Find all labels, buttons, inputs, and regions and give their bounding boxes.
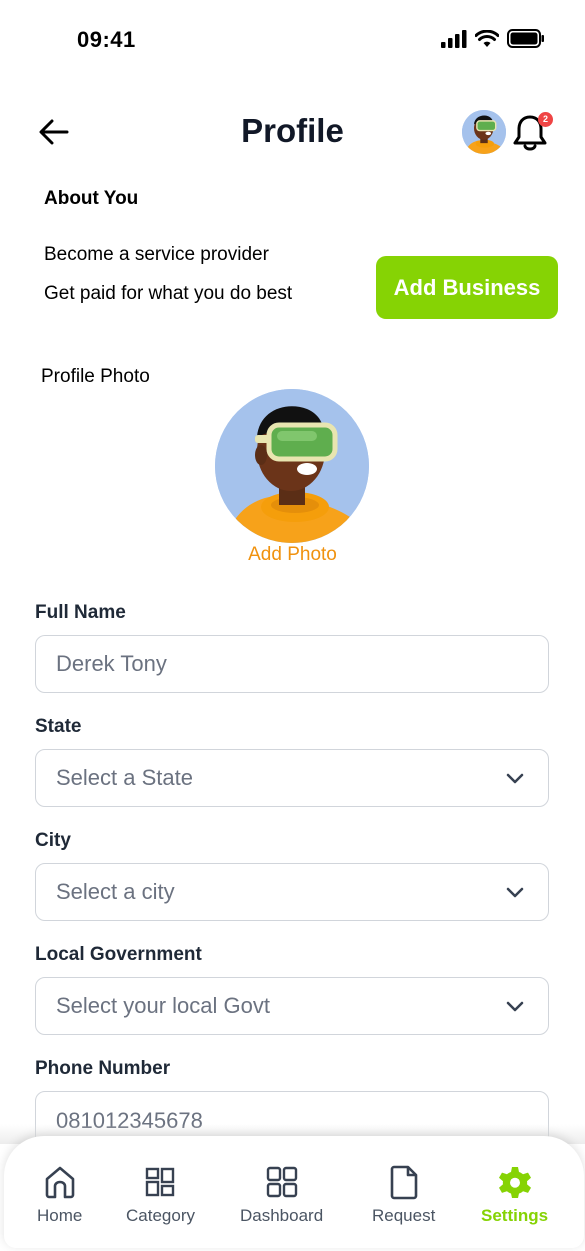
chevron-down-icon (506, 887, 524, 898)
city-select[interactable]: Select a city (35, 863, 549, 921)
nav-label-dashboard: Dashboard (240, 1206, 324, 1225)
state-select[interactable]: Select a State (35, 749, 549, 807)
category-icon (146, 1167, 175, 1197)
signal-icon (441, 29, 467, 48)
chevron-down-icon (506, 1001, 524, 1012)
provider-title: Become a service provider (44, 244, 269, 265)
avatar-illustration-icon (462, 110, 506, 154)
nav-item-home[interactable]: Home (37, 1164, 82, 1226)
document-icon (390, 1165, 417, 1200)
profile-photo-label: Profile Photo (41, 366, 150, 387)
add-photo-link[interactable]: Add Photo (0, 544, 585, 566)
nav-item-category[interactable]: Category (126, 1164, 195, 1226)
battery-icon (507, 29, 544, 48)
nav-item-dashboard[interactable]: Dashboard (240, 1164, 323, 1226)
about-heading: About You (44, 188, 139, 209)
city-select-value: Select a city (56, 879, 175, 904)
city-label: City (35, 830, 71, 851)
nav-label-request: Request (372, 1206, 436, 1225)
avatar[interactable] (462, 110, 506, 154)
avatar-illustration-icon (215, 389, 369, 543)
local-government-select[interactable]: Select your local Govt (35, 977, 549, 1035)
status-icons (441, 29, 545, 48)
nav-item-settings[interactable]: Settings (481, 1164, 548, 1226)
chevron-down-icon (506, 773, 524, 784)
state-select-value: Select a State (56, 765, 193, 790)
header: Profile 2 (0, 100, 585, 164)
profile-photo[interactable] (215, 389, 369, 543)
full-name-input[interactable] (56, 651, 548, 677)
phone-number-label: Phone Number (35, 1058, 171, 1079)
nav-item-request[interactable]: Request (372, 1164, 435, 1226)
notification-bell[interactable]: 2 (512, 112, 553, 152)
local-government-label: Local Government (35, 944, 202, 965)
gear-icon (498, 1167, 531, 1198)
full-name-field[interactable] (35, 635, 549, 693)
status-bar: 09:41 (0, 0, 585, 80)
dashboard-icon (266, 1166, 297, 1198)
status-time: 09:41 (77, 27, 136, 52)
local-government-select-value: Select your local Govt (56, 993, 270, 1018)
wifi-icon (475, 29, 499, 47)
notification-badge: 2 (538, 112, 553, 127)
add-business-button[interactable]: Add Business (376, 256, 558, 319)
full-name-label: Full Name (35, 602, 126, 623)
nav-label-category: Category (126, 1206, 195, 1225)
home-icon (45, 1166, 74, 1199)
nav-label-home: Home (37, 1206, 83, 1225)
provider-subtitle: Get paid for what you do best (44, 283, 293, 304)
nav-label-settings: Settings (481, 1206, 549, 1225)
state-label: State (35, 716, 82, 737)
bottom-navigation: Home Category Dashboard Request Settings (4, 1136, 584, 1248)
